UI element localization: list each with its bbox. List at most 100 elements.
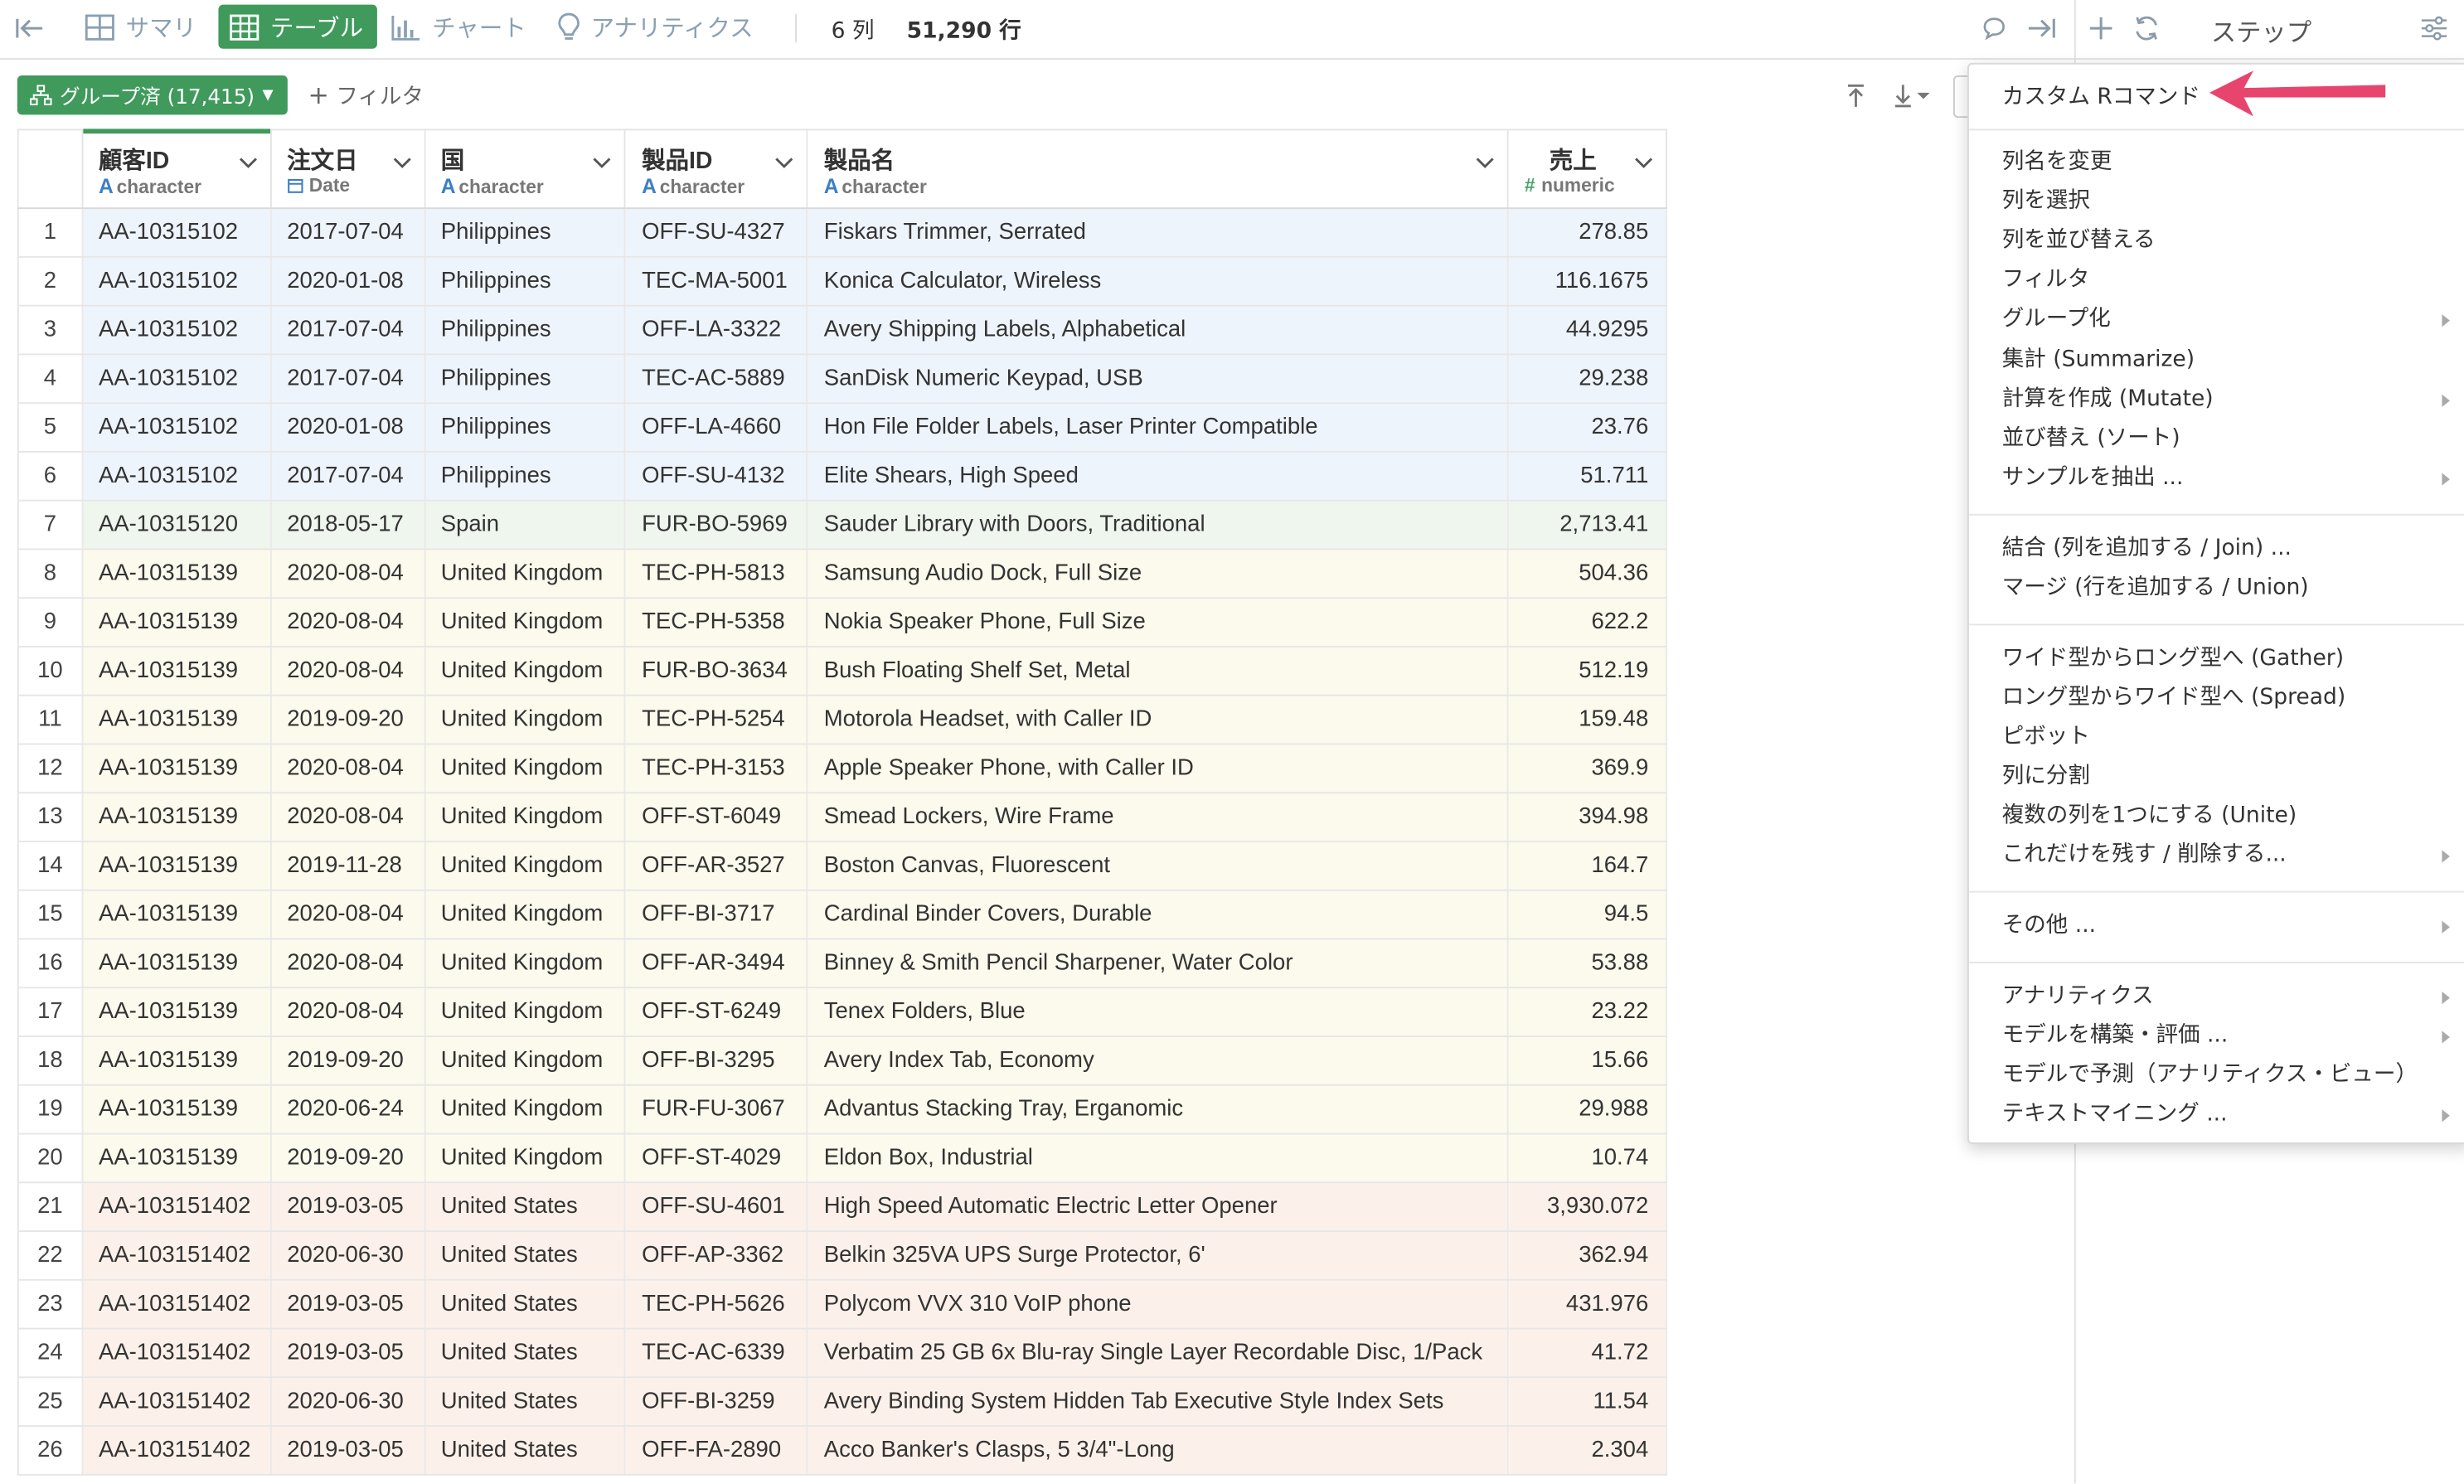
table-cell[interactable]: Samsung Audio Dock, Full Size: [807, 549, 1509, 599]
table-cell[interactable]: AA-10315139: [82, 1084, 272, 1135]
table-cell[interactable]: United Kingdom: [424, 793, 627, 842]
tab-chart[interactable]: チャート: [391, 5, 526, 49]
table-cell[interactable]: United Kingdom: [424, 695, 627, 745]
table-cell[interactable]: OFF-ST-4029: [625, 1133, 808, 1184]
table-cell[interactable]: AA-10315139: [82, 695, 272, 745]
table-cell[interactable]: 2020-01-08: [270, 256, 425, 307]
table-cell[interactable]: Philippines: [424, 451, 627, 502]
table-cell[interactable]: United Kingdom: [424, 890, 627, 940]
table-cell[interactable]: United Kingdom: [424, 598, 627, 647]
table-cell[interactable]: 2020-08-04: [270, 938, 425, 989]
table-cell[interactable]: 41.72: [1507, 1328, 1668, 1379]
table-cell[interactable]: OFF-LA-4660: [625, 403, 808, 453]
table-cell[interactable]: TEC-PH-5626: [625, 1279, 808, 1330]
menu-item[interactable]: ワイド型からロング型へ (Gather): [2002, 641, 2344, 672]
table-cell[interactable]: 2020-08-04: [270, 987, 425, 1037]
table-cell[interactable]: United Kingdom: [424, 938, 627, 989]
table-cell[interactable]: AA-10315139: [82, 598, 272, 647]
table-cell[interactable]: 53.88: [1507, 938, 1668, 989]
table-cell[interactable]: AA-10315139: [82, 744, 272, 794]
table-cell[interactable]: 2019-11-28: [270, 841, 425, 891]
table-cell[interactable]: United States: [424, 1426, 627, 1476]
table-cell[interactable]: Belkin 325VA UPS Surge Protector, 6': [807, 1231, 1509, 1281]
table-cell[interactable]: OFF-SU-4327: [625, 208, 808, 258]
table-cell[interactable]: 2,713.41: [1507, 500, 1668, 550]
table-cell[interactable]: 2020-01-08: [270, 403, 425, 453]
table-cell[interactable]: United States: [424, 1279, 627, 1330]
table-cell[interactable]: United States: [424, 1328, 627, 1379]
table-cell[interactable]: 2018-05-17: [270, 500, 425, 550]
table-cell[interactable]: OFF-FA-2890: [625, 1426, 808, 1476]
table-cell[interactable]: 2019-03-05: [270, 1426, 425, 1476]
table-cell[interactable]: United States: [424, 1231, 627, 1281]
table-cell[interactable]: Avery Index Tab, Economy: [807, 1036, 1509, 1086]
table-cell[interactable]: 2019-03-05: [270, 1328, 425, 1379]
table-cell[interactable]: 15.66: [1507, 1036, 1668, 1086]
table-cell[interactable]: Philippines: [424, 256, 627, 307]
tab-analytics[interactable]: アナリティクス: [558, 5, 754, 49]
table-cell[interactable]: 164.7: [1507, 841, 1668, 891]
table-cell[interactable]: 3,930.072: [1507, 1182, 1668, 1232]
table-cell[interactable]: AA-10315139: [82, 793, 272, 842]
table-cell[interactable]: 2020-08-04: [270, 890, 425, 940]
table-cell[interactable]: AA-10315139: [82, 841, 272, 891]
collapse-right-icon[interactable]: [2025, 12, 2057, 44]
download-icon[interactable]: [1892, 80, 1936, 112]
table-cell[interactable]: Apple Speaker Phone, with Caller ID: [807, 744, 1509, 794]
menu-item[interactable]: マージ (行を追加する / Union): [2002, 570, 2309, 602]
table-cell[interactable]: 2017-07-04: [270, 451, 425, 502]
table-cell[interactable]: FUR-FU-3067: [625, 1084, 808, 1135]
table-cell[interactable]: Advantus Stacking Tray, Erganomic: [807, 1084, 1509, 1135]
table-cell[interactable]: Cardinal Binder Covers, Durable: [807, 890, 1509, 940]
menu-item[interactable]: モデルで予測（アナリティクス・ビュー）: [2002, 1058, 2418, 1089]
table-cell[interactable]: 23.22: [1507, 987, 1668, 1037]
table-cell[interactable]: OFF-SU-4601: [625, 1182, 808, 1232]
table-cell[interactable]: Acco Banker's Clasps, 5 3/4"-Long: [807, 1426, 1509, 1476]
table-cell[interactable]: OFF-ST-6049: [625, 793, 808, 842]
menu-item[interactable]: ロング型からワイド型へ (Spread): [2002, 681, 2346, 712]
menu-item[interactable]: 集計 (Summarize): [2002, 342, 2195, 374]
table-cell[interactable]: United Kingdom: [424, 549, 627, 599]
table-cell[interactable]: 44.9295: [1507, 305, 1668, 356]
column-menu-chevron-icon[interactable]: [238, 149, 257, 177]
grouped-button[interactable]: グループ済 (17,415) ▼: [17, 75, 288, 115]
table-cell[interactable]: Avery Binding System Hidden Tab Executiv…: [807, 1377, 1509, 1428]
upload-icon[interactable]: [1841, 80, 1872, 112]
column-header[interactable]: 製品ID Acharacter: [625, 129, 808, 210]
menu-item[interactable]: 結合 (列を追加する / Join) ...: [2002, 531, 2292, 563]
column-header[interactable]: 製品名 Acharacter: [807, 129, 1509, 210]
table-cell[interactable]: FUR-BO-3634: [625, 646, 808, 696]
table-cell[interactable]: Eldon Box, Industrial: [807, 1133, 1509, 1184]
table-cell[interactable]: AA-10315139: [82, 987, 272, 1037]
table-cell[interactable]: 159.48: [1507, 695, 1668, 745]
table-cell[interactable]: TEC-AC-5889: [625, 354, 808, 405]
table-cell[interactable]: Philippines: [424, 403, 627, 453]
table-cell[interactable]: OFF-BI-3295: [625, 1036, 808, 1086]
table-cell[interactable]: 394.98: [1507, 793, 1668, 842]
column-header[interactable]: 売上 # numeric: [1507, 129, 1668, 210]
table-cell[interactable]: United Kingdom: [424, 1036, 627, 1086]
table-cell[interactable]: Sauder Library with Doors, Traditional: [807, 500, 1509, 550]
menu-item[interactable]: サンプルを抽出 ...: [2002, 460, 2184, 492]
table-cell[interactable]: Tenex Folders, Blue: [807, 987, 1509, 1037]
table-cell[interactable]: AA-10315102: [82, 354, 272, 405]
tab-table[interactable]: テーブル: [218, 4, 378, 49]
column-header[interactable]: 顧客ID Acharacter: [82, 129, 272, 210]
menu-item[interactable]: 列を並び替える: [2002, 223, 2156, 255]
column-menu-chevron-icon[interactable]: [392, 149, 411, 177]
table-cell[interactable]: Elite Shears, High Speed: [807, 451, 1509, 502]
menu-item[interactable]: ピボット: [2002, 720, 2090, 751]
table-cell[interactable]: United States: [424, 1182, 627, 1232]
table-cell[interactable]: 2020-08-04: [270, 744, 425, 794]
table-cell[interactable]: 29.238: [1507, 354, 1668, 405]
table-cell[interactable]: AA-103151402: [82, 1182, 272, 1232]
table-cell[interactable]: United Kingdom: [424, 744, 627, 794]
column-menu-chevron-icon[interactable]: [593, 149, 612, 177]
menu-item[interactable]: これだけを残す / 削除する...: [2002, 837, 2287, 869]
table-cell[interactable]: 51.711: [1507, 451, 1668, 502]
table-cell[interactable]: TEC-PH-3153: [625, 744, 808, 794]
table-cell[interactable]: AA-103151402: [82, 1279, 272, 1330]
table-cell[interactable]: 2019-03-05: [270, 1182, 425, 1232]
table-cell[interactable]: Philippines: [424, 208, 627, 258]
table-cell[interactable]: AA-10315102: [82, 256, 272, 307]
